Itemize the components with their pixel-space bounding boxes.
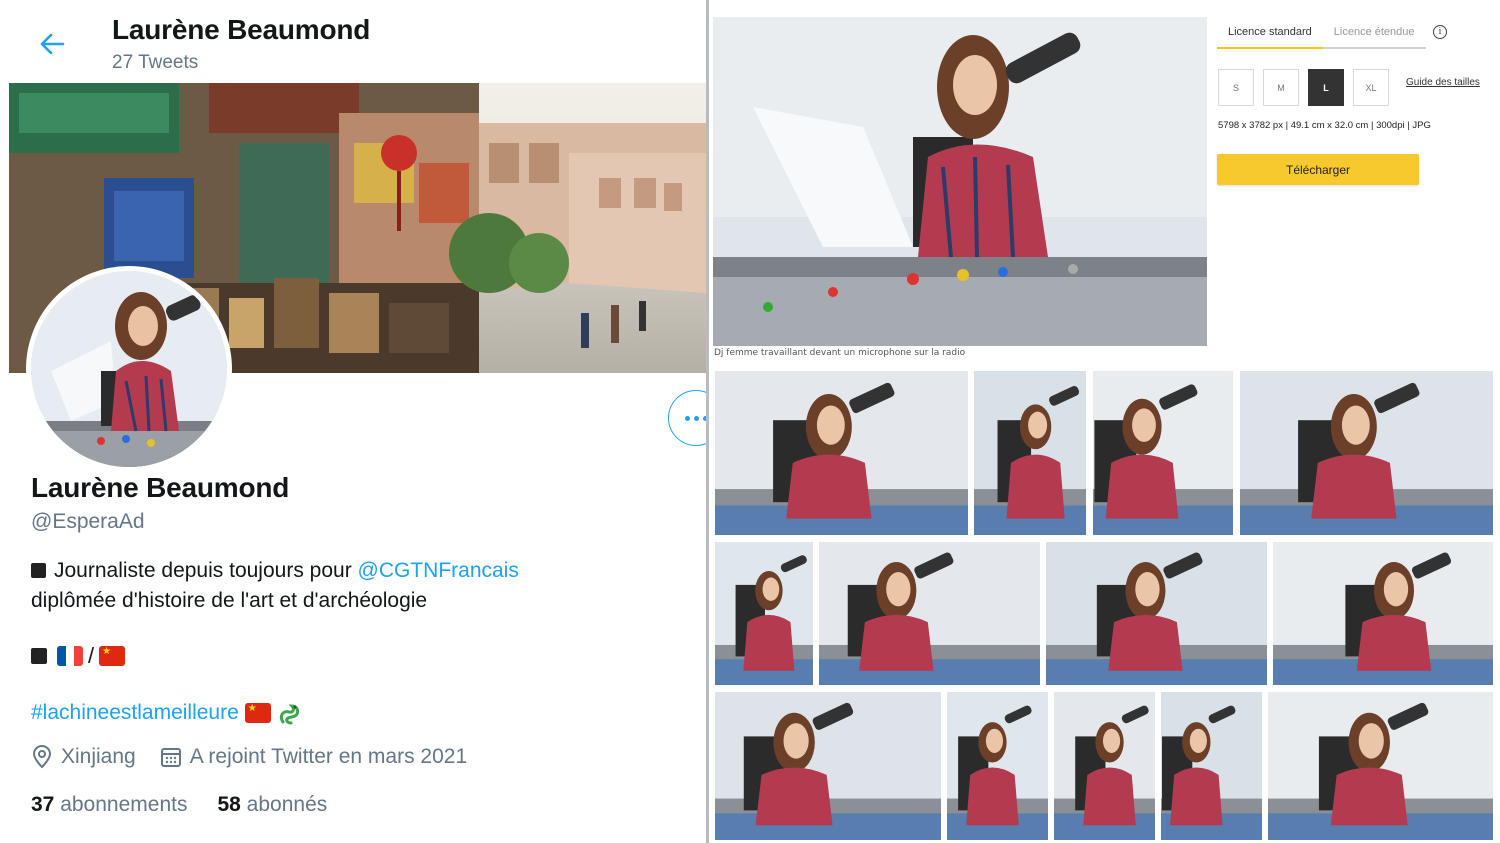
main-photo[interactable] [713, 17, 1207, 346]
back-button[interactable] [34, 26, 70, 62]
back-arrow-icon [40, 33, 65, 55]
related-photo-thumbnail[interactable] [819, 542, 1040, 685]
info-icon[interactable]: i [1433, 25, 1447, 39]
location-item: Xinjiang [31, 745, 136, 769]
size-guide-link[interactable]: Guide des tailles [1406, 77, 1480, 88]
related-photo-thumbnail[interactable] [1240, 371, 1493, 535]
calendar-icon [160, 748, 181, 767]
follow-stats: 37 abonnements 58 abonnés [31, 793, 357, 817]
related-photo-thumbnail[interactable] [715, 692, 941, 840]
location-text: Xinjiang [61, 745, 136, 768]
dragon-icon [279, 704, 299, 725]
bio-line1-prefix: Journaliste depuis toujours pour [54, 559, 358, 582]
size-selector: S M L XL [1218, 69, 1389, 106]
related-photo-thumbnail[interactable] [715, 371, 968, 535]
related-photo-thumbnail[interactable] [1273, 542, 1493, 685]
size-m-button[interactable]: M [1263, 69, 1299, 106]
bio-flags: / [31, 643, 126, 669]
more-options-icon-dot [693, 415, 699, 421]
header-tweet-count: 27 Tweets [112, 52, 199, 73]
profile-name: Laurène Beaumond [31, 472, 290, 503]
more-options-button[interactable] [668, 390, 706, 446]
related-photo-thumbnail[interactable] [974, 371, 1086, 535]
related-photo-thumbnail[interactable] [715, 542, 813, 685]
bio-mention-link[interactable]: @CGTNFrancais [358, 559, 519, 582]
tab-extended-license[interactable]: Licence étendue [1322, 22, 1426, 49]
image-specs: 5798 x 3782 px | 49.1 cm x 32.0 cm | 300… [1218, 120, 1431, 131]
related-photo-thumbnail[interactable] [1093, 371, 1233, 535]
followers-count: 58 [217, 793, 241, 816]
joined-text: A rejoint Twitter en mars 2021 [189, 745, 468, 768]
size-s-button[interactable]: S [1218, 69, 1254, 106]
hashtag-line: #lachineestlameilleure [31, 700, 303, 726]
header-name: Laurène Beaumond [112, 14, 371, 45]
bio-line-2: diplômée d'histoire de l'art et d'archéo… [31, 589, 428, 612]
related-photo-thumbnail[interactable] [1046, 542, 1267, 685]
profile-bio: Journaliste depuis toujours pour @CGTNFr… [31, 556, 519, 616]
related-photo-thumbnail[interactable] [947, 692, 1048, 840]
tab-standard-license[interactable]: Licence standard [1217, 22, 1323, 49]
size-l-button[interactable]: L [1308, 69, 1344, 106]
location-icon [32, 745, 52, 769]
black-square-emoji [31, 648, 47, 664]
bio-line-1: Journaliste depuis toujours pour @CGTNFr… [31, 556, 519, 586]
following-label: abonnements [60, 793, 188, 816]
profile-avatar[interactable] [26, 266, 232, 472]
download-button[interactable]: Télécharger [1217, 154, 1419, 185]
following-count: 37 [31, 793, 55, 816]
france-flag-icon [57, 646, 83, 666]
joined-item: A rejoint Twitter en mars 2021 [160, 745, 467, 769]
china-flag-icon [244, 703, 271, 723]
profile-handle: @EsperaAd [31, 510, 145, 533]
main-photo-caption: Dj femme travaillant devant un microphon… [714, 348, 966, 358]
followers-link[interactable]: 58 abonnés [217, 793, 327, 817]
followers-label: abonnés [246, 793, 328, 816]
black-square-emoji [31, 563, 46, 578]
related-photo-thumbnail[interactable] [1054, 692, 1155, 840]
profile-meta: Xinjiang A rejoint Twitter en mars 2021 [31, 745, 491, 769]
following-link[interactable]: 37 abonnements [31, 793, 187, 817]
china-flag-icon [99, 646, 126, 666]
license-tabs: Licence standard Licence étendue [1217, 22, 1426, 49]
stock-photo-panel: Dj femme travaillant devant un microphon… [709, 0, 1500, 843]
twitter-profile-panel: Laurène Beaumond 27 Tweets Laurène Beaum… [0, 0, 706, 843]
related-photo-thumbnail[interactable] [1268, 692, 1493, 840]
more-options-icon [684, 415, 690, 421]
flags-separator: / [88, 643, 95, 668]
size-xl-button[interactable]: XL [1353, 69, 1389, 106]
hashtag-link[interactable]: #lachineestlameilleure [31, 701, 239, 725]
related-photo-thumbnail[interactable] [1161, 692, 1262, 840]
